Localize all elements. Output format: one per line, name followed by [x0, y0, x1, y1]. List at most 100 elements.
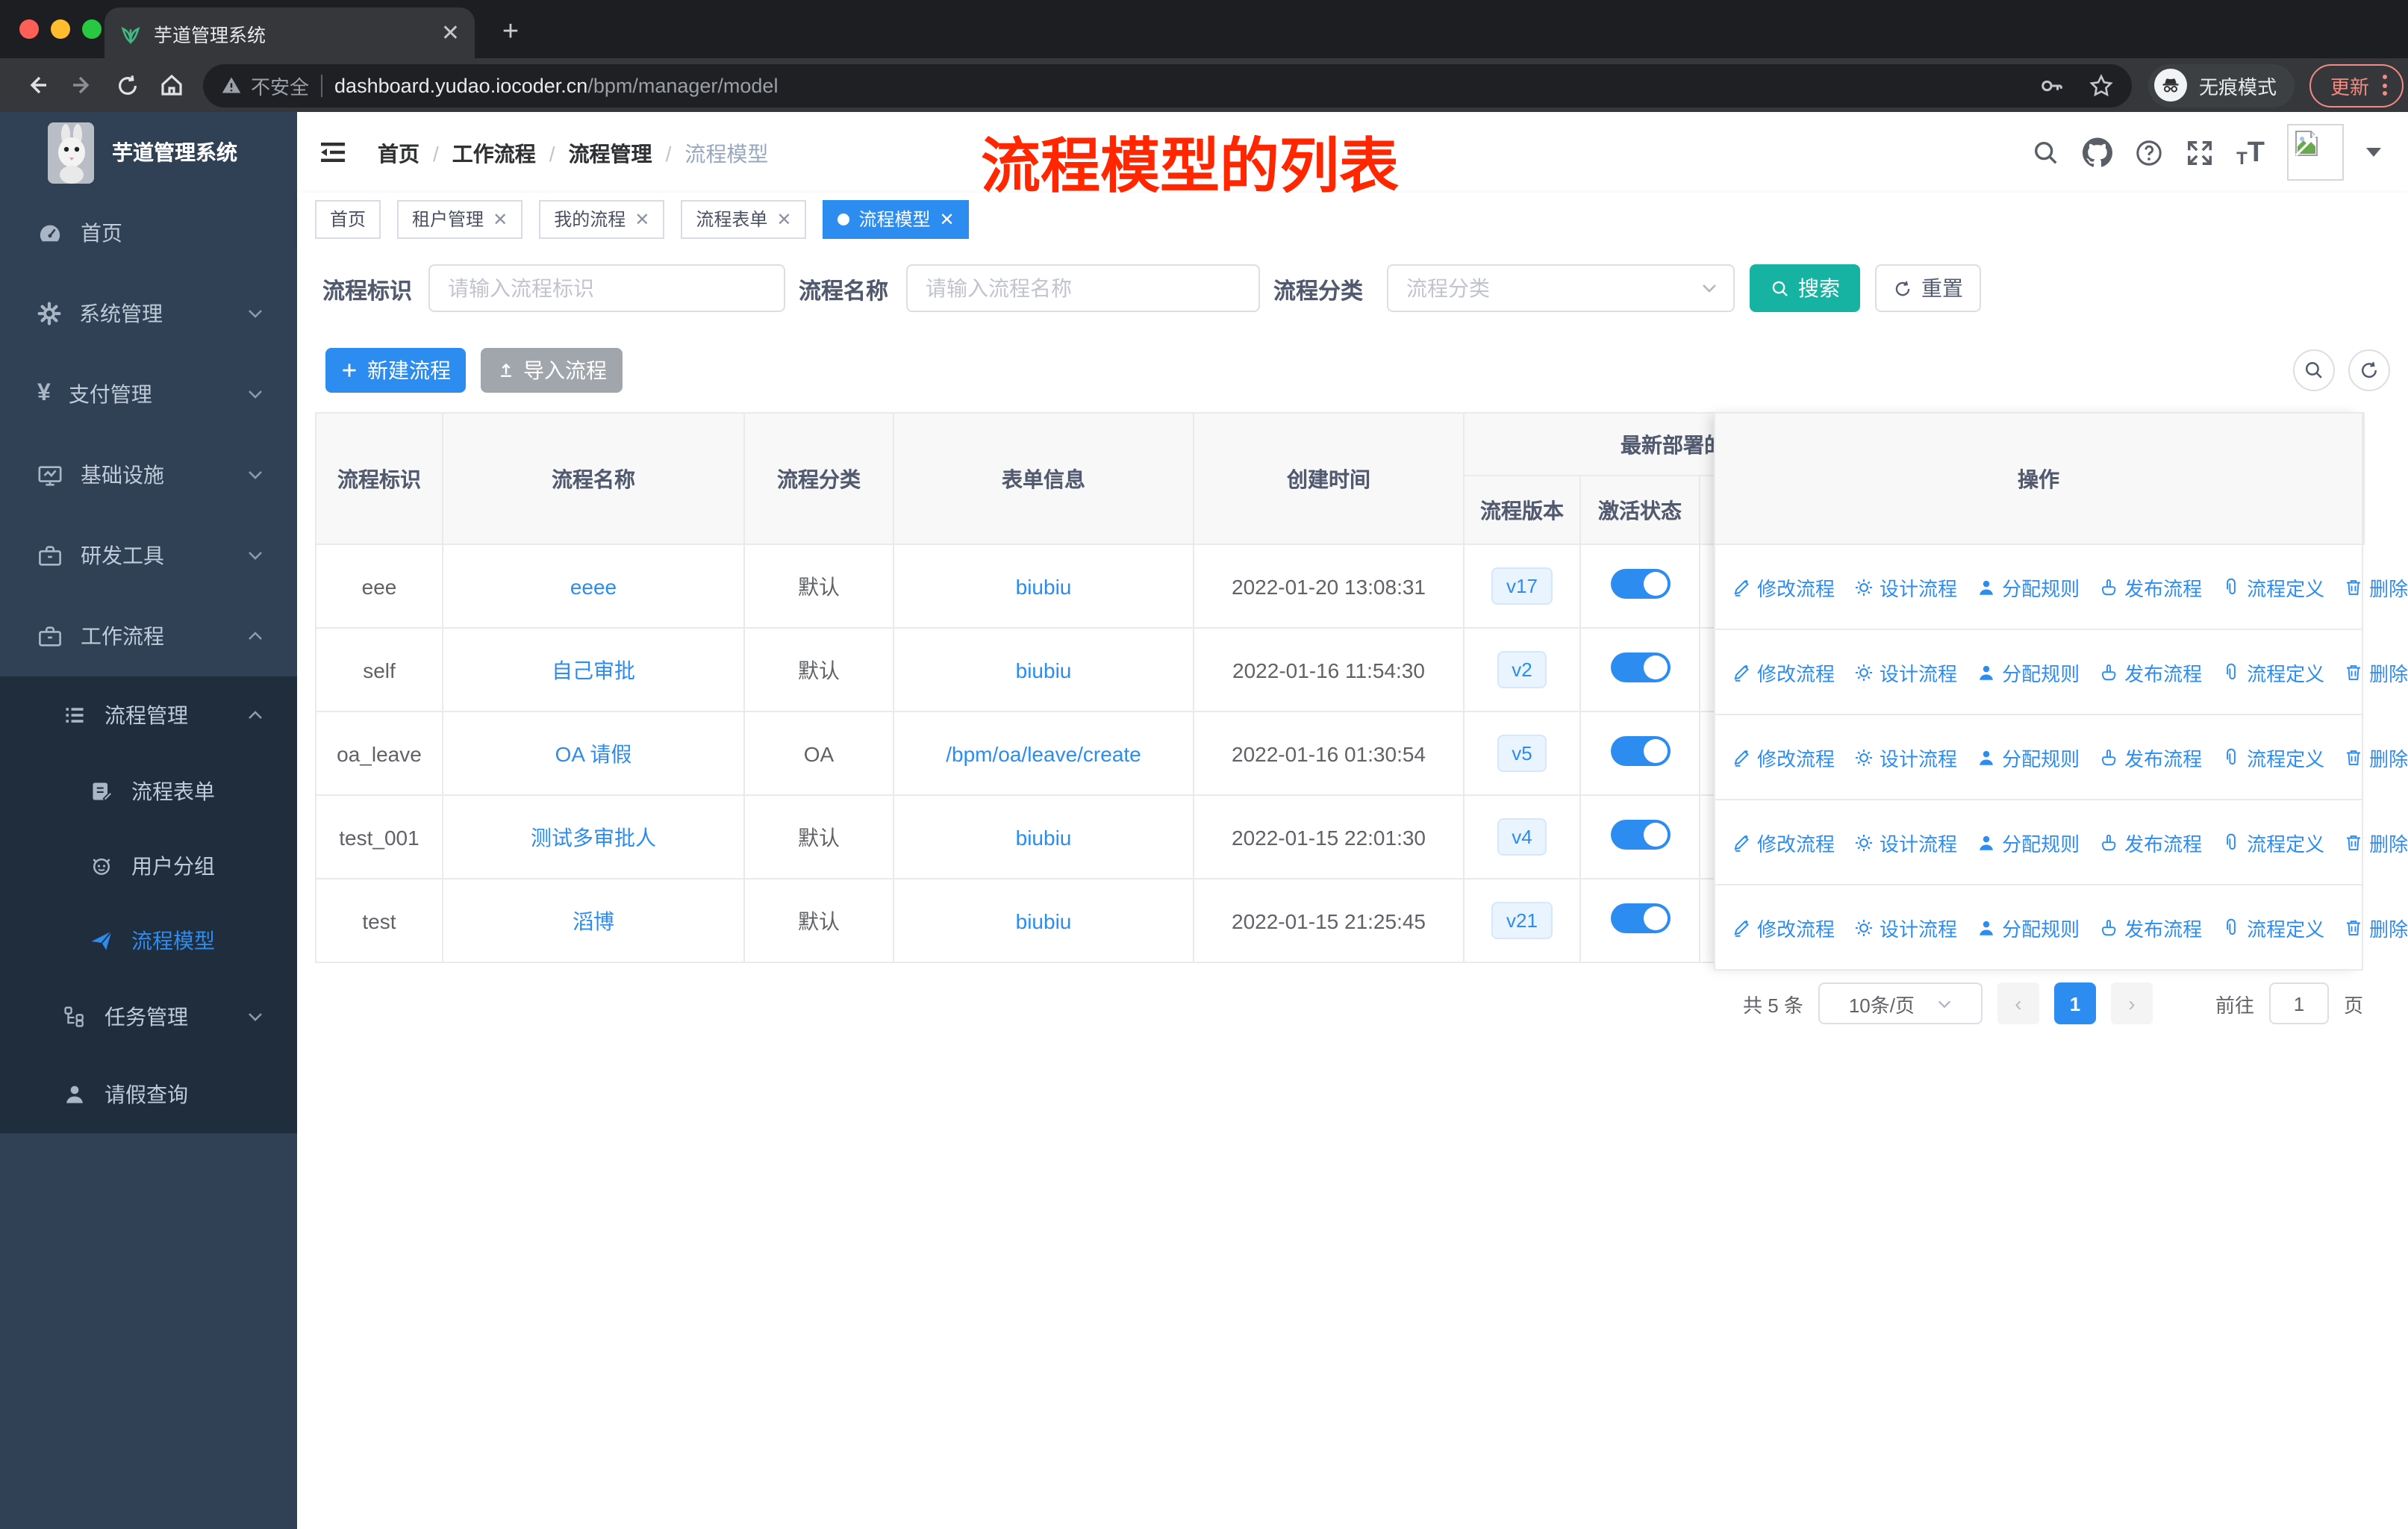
- publish-process-link[interactable]: 发布流程: [2099, 913, 2202, 941]
- goto-page-input[interactable]: [2268, 983, 2329, 1024]
- publish-process-link[interactable]: 发布流程: [2099, 658, 2202, 686]
- sidebar-item-process-form[interactable]: 流程表单: [0, 754, 297, 829]
- sidebar-item-task-mgmt[interactable]: 任务管理: [0, 978, 297, 1056]
- breadcrumb-home[interactable]: 首页: [378, 139, 419, 169]
- publish-process-link[interactable]: 发布流程: [2099, 828, 2202, 856]
- forward-button[interactable]: [60, 63, 105, 108]
- create-process-button[interactable]: 新建流程: [325, 348, 466, 393]
- sidebar-item-leave-query[interactable]: 请假查询: [0, 1056, 297, 1133]
- design-process-link[interactable]: 设计流程: [1854, 743, 1957, 771]
- browser-update-menu[interactable]: 更新: [2309, 63, 2404, 107]
- minimize-window-button[interactable]: [51, 19, 70, 39]
- form-info-link[interactable]: /bpm/oa/leave/create: [946, 741, 1141, 765]
- avatar[interactable]: [2287, 124, 2344, 181]
- active-toggle[interactable]: [1610, 653, 1670, 682]
- modify-process-link[interactable]: 修改流程: [1732, 828, 1835, 856]
- process-name-link[interactable]: eeee: [570, 574, 617, 598]
- sidebar-item-payment[interactable]: ¥ 支付管理: [0, 354, 297, 435]
- show-search-toggle-button[interactable]: [2293, 349, 2335, 391]
- process-name-link[interactable]: 测试多审批人: [531, 825, 656, 849]
- active-toggle[interactable]: [1610, 569, 1670, 599]
- filter-category-select[interactable]: 流程分类: [1387, 264, 1735, 312]
- form-info-link[interactable]: biubiu: [1016, 574, 1072, 598]
- sidebar-item-process-mgmt[interactable]: 流程管理: [0, 676, 297, 754]
- form-info-link[interactable]: biubiu: [1016, 909, 1072, 932]
- sidebar-item-infra[interactable]: 基础设施: [0, 435, 297, 515]
- tag-my-process[interactable]: 我的流程 ✕: [539, 199, 665, 238]
- page-size-select[interactable]: 10条/页: [1818, 983, 1983, 1024]
- process-definition-link[interactable]: 流程定义: [2221, 743, 2324, 771]
- font-size-icon[interactable]: TT: [2236, 138, 2265, 166]
- home-button[interactable]: [149, 63, 194, 108]
- prev-page-button[interactable]: ‹: [1997, 983, 2039, 1024]
- active-toggle[interactable]: [1610, 736, 1670, 766]
- process-definition-link[interactable]: 流程定义: [2221, 658, 2324, 686]
- password-key-icon[interactable]: [2039, 72, 2065, 98]
- process-definition-link[interactable]: 流程定义: [2221, 913, 2324, 941]
- tag-process-form[interactable]: 流程表单 ✕: [681, 199, 807, 238]
- sidebar-item-system[interactable]: 系统管理: [0, 273, 297, 354]
- filter-key-input[interactable]: [428, 264, 785, 312]
- process-definition-link[interactable]: 流程定义: [2221, 828, 2324, 856]
- tag-process-model[interactable]: 流程模型 ✕: [823, 199, 970, 238]
- modify-process-link[interactable]: 修改流程: [1732, 743, 1835, 771]
- close-icon[interactable]: ✕: [634, 208, 649, 229]
- assign-rule-link[interactable]: 分配规则: [1977, 743, 2080, 771]
- assign-rule-link[interactable]: 分配规则: [1977, 828, 2080, 856]
- process-definition-link[interactable]: 流程定义: [2221, 573, 2324, 601]
- modify-process-link[interactable]: 修改流程: [1732, 573, 1835, 601]
- form-info-link[interactable]: biubiu: [1016, 658, 1072, 682]
- back-button[interactable]: [15, 63, 60, 108]
- reload-button[interactable]: [105, 63, 149, 108]
- security-status[interactable]: 不安全: [221, 71, 309, 99]
- breadcrumb-workflow[interactable]: 工作流程: [452, 139, 536, 169]
- close-icon[interactable]: ✕: [940, 208, 955, 229]
- delete-link[interactable]: 删除: [2344, 658, 2408, 686]
- delete-link[interactable]: 删除: [2344, 913, 2408, 941]
- sidebar-item-user-group[interactable]: 用户分组: [0, 829, 297, 903]
- github-icon[interactable]: [2083, 137, 2112, 167]
- publish-process-link[interactable]: 发布流程: [2099, 743, 2202, 771]
- header-search-icon[interactable]: [2032, 138, 2060, 166]
- process-name-link[interactable]: 自己审批: [552, 658, 635, 682]
- tag-home[interactable]: 首页: [315, 199, 381, 238]
- assign-rule-link[interactable]: 分配规则: [1977, 573, 2080, 601]
- help-icon[interactable]: [2135, 138, 2163, 166]
- assign-rule-link[interactable]: 分配规则: [1977, 913, 2080, 941]
- active-toggle[interactable]: [1610, 820, 1670, 850]
- browser-tab[interactable]: 芋道管理系统 ✕: [105, 7, 475, 58]
- current-page-button[interactable]: 1: [2053, 983, 2096, 1024]
- design-process-link[interactable]: 设计流程: [1854, 573, 1957, 601]
- refresh-table-button[interactable]: [2348, 349, 2390, 391]
- delete-link[interactable]: 删除: [2344, 743, 2408, 771]
- import-process-button[interactable]: 导入流程: [481, 348, 623, 393]
- sidebar-item-process-model[interactable]: 流程模型: [0, 903, 297, 978]
- maximize-window-button[interactable]: [82, 19, 102, 39]
- tab-close-icon[interactable]: ✕: [441, 19, 460, 46]
- reset-button[interactable]: 重置: [1875, 264, 1981, 312]
- active-toggle[interactable]: [1610, 903, 1670, 933]
- design-process-link[interactable]: 设计流程: [1854, 913, 1957, 941]
- design-process-link[interactable]: 设计流程: [1854, 658, 1957, 686]
- delete-link[interactable]: 删除: [2344, 828, 2408, 856]
- sidebar-item-home[interactable]: 首页: [0, 193, 297, 273]
- avatar-caret-icon[interactable]: [2366, 148, 2381, 157]
- assign-rule-link[interactable]: 分配规则: [1977, 658, 2080, 686]
- search-button[interactable]: 搜索: [1750, 264, 1860, 312]
- publish-process-link[interactable]: 发布流程: [2099, 573, 2202, 601]
- sidebar-item-devtools[interactable]: 研发工具: [0, 515, 297, 596]
- filter-name-input[interactable]: [906, 264, 1260, 312]
- close-window-button[interactable]: [19, 19, 39, 39]
- form-info-link[interactable]: biubiu: [1016, 825, 1072, 849]
- process-name-link[interactable]: 滔博: [573, 909, 614, 932]
- tag-tenant[interactable]: 租户管理 ✕: [397, 199, 523, 238]
- address-bar[interactable]: 不安全 dashboard.yudao.iocoder.cn/bpm/manag…: [203, 63, 2132, 107]
- modify-process-link[interactable]: 修改流程: [1732, 658, 1835, 686]
- close-icon[interactable]: ✕: [776, 208, 791, 229]
- delete-link[interactable]: 删除: [2344, 573, 2408, 601]
- breadcrumb-process-mgmt[interactable]: 流程管理: [569, 139, 652, 169]
- bookmark-star-icon[interactable]: [2089, 72, 2114, 98]
- new-tab-button[interactable]: +: [493, 15, 528, 51]
- sidebar-collapse-icon[interactable]: [319, 140, 346, 164]
- fullscreen-icon[interactable]: [2186, 138, 2214, 166]
